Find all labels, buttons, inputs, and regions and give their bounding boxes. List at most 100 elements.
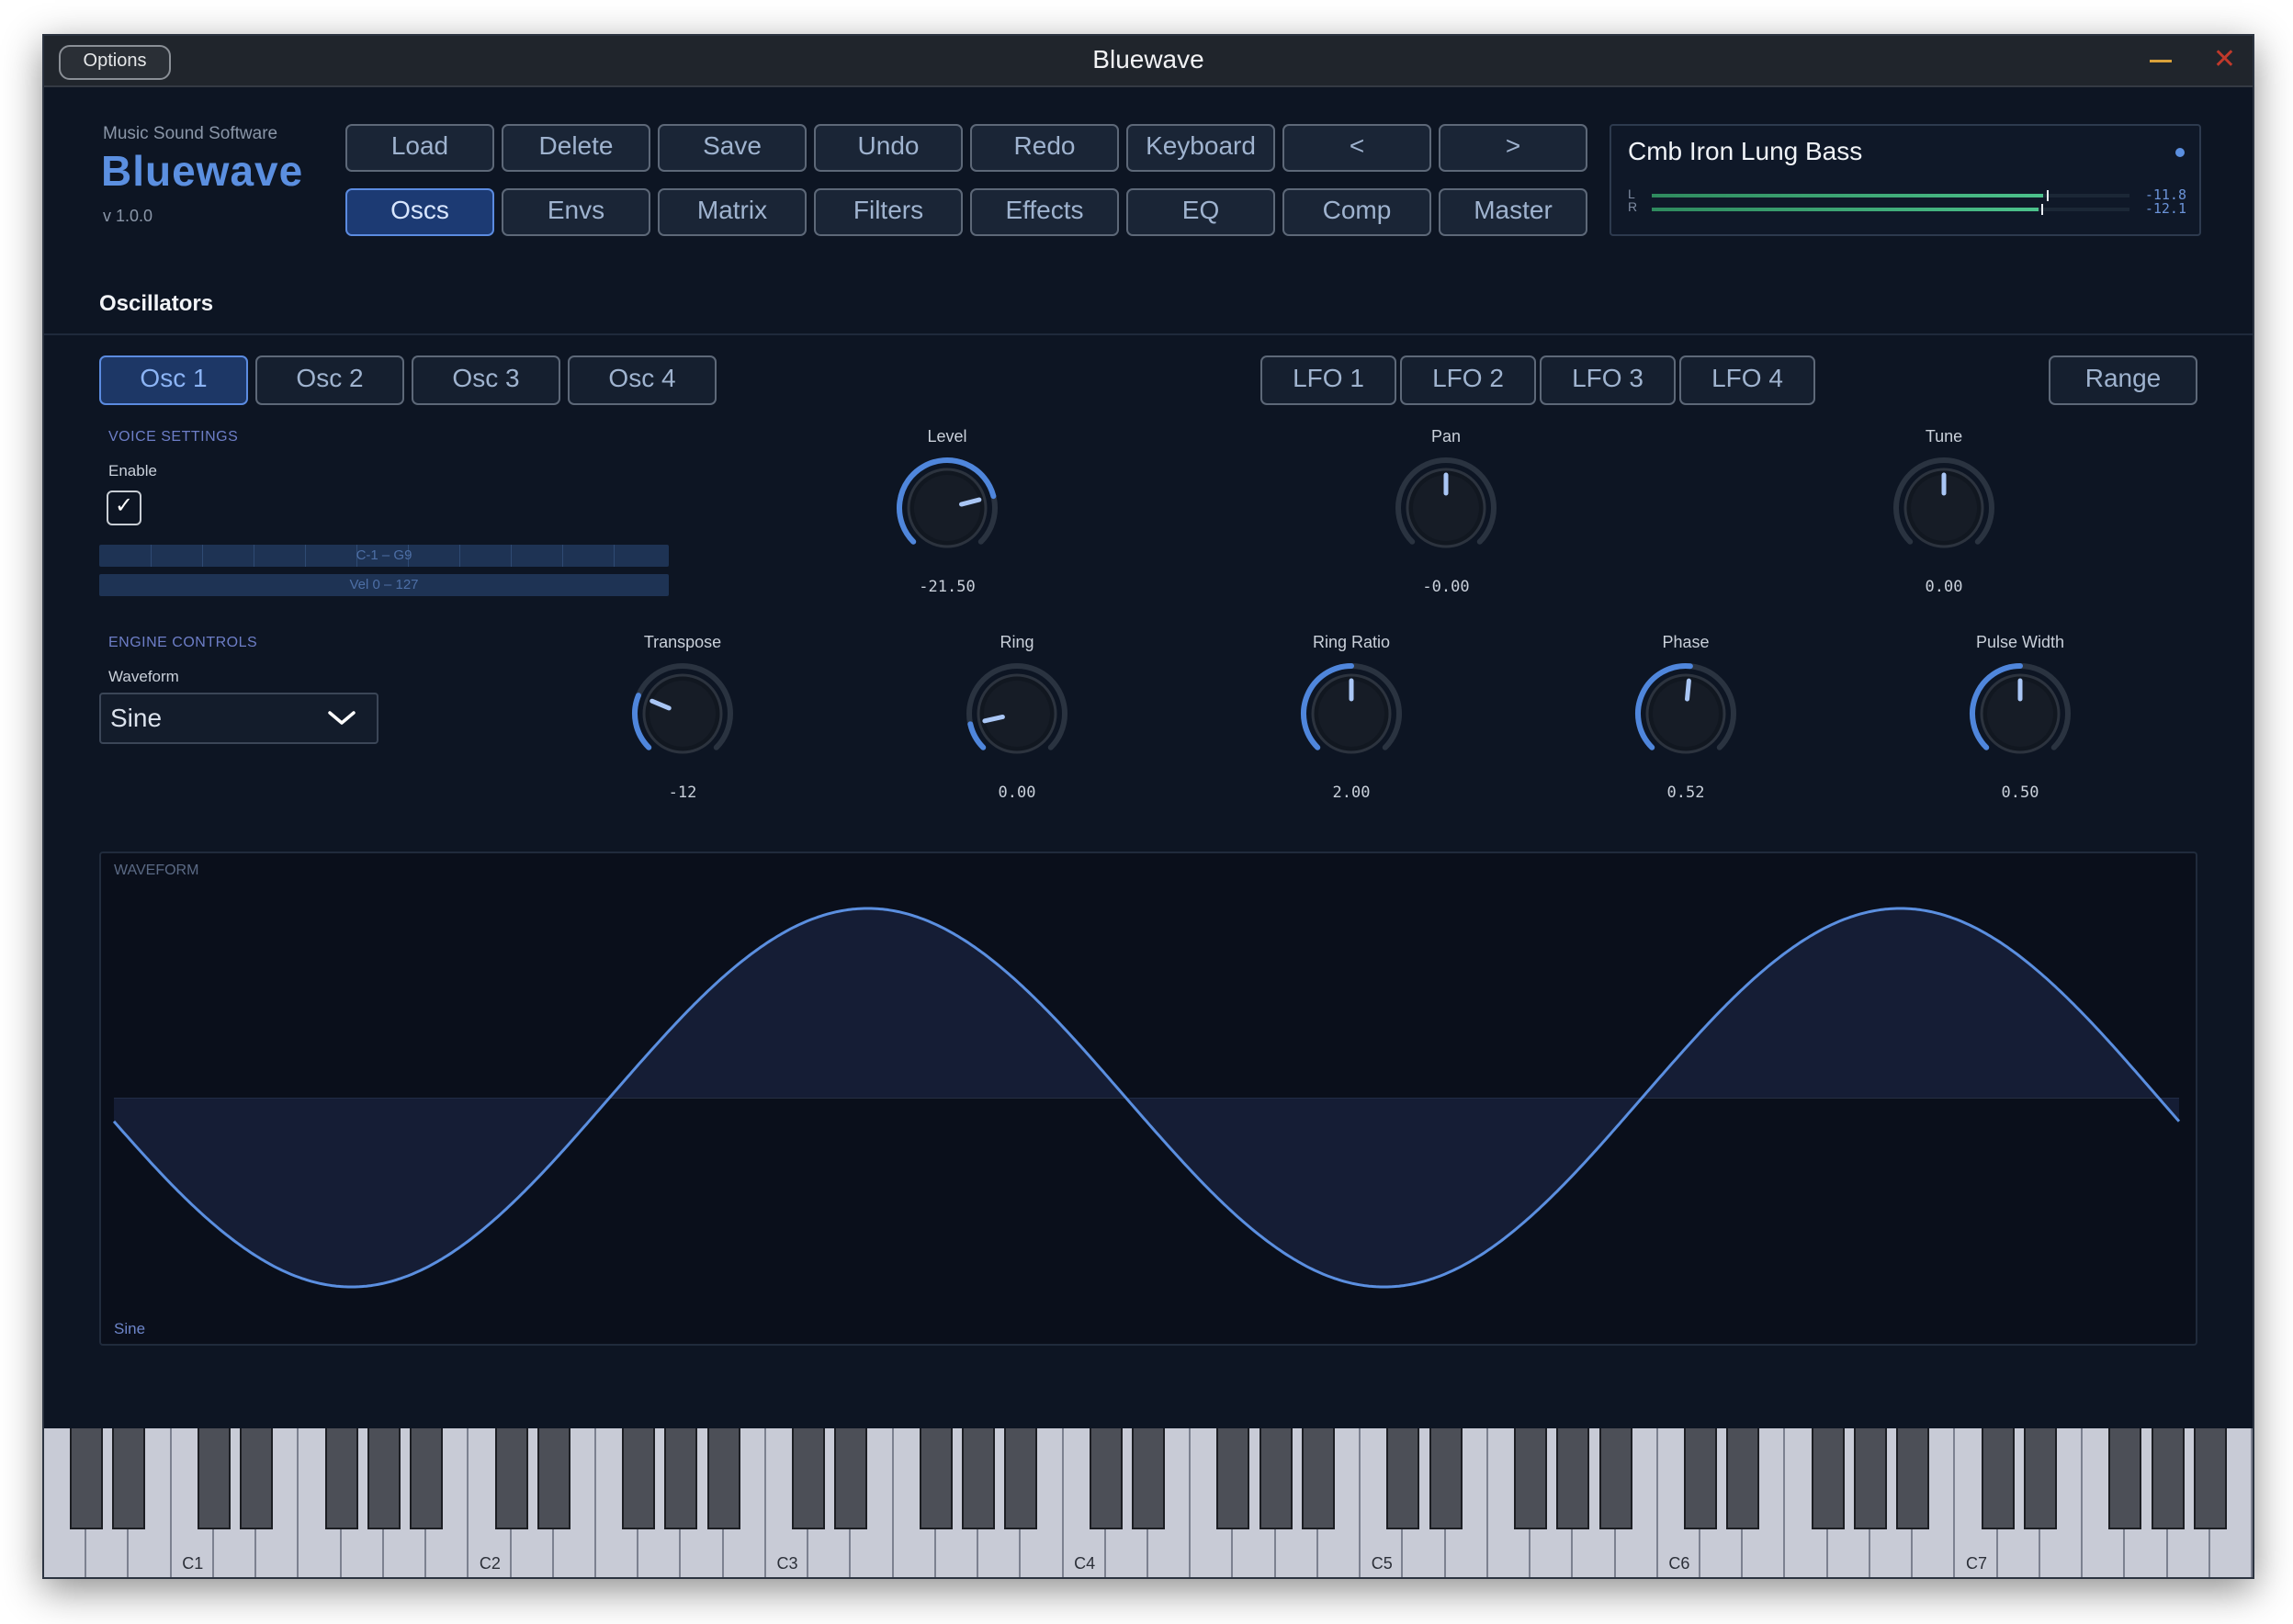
black-key[interactable] <box>240 1428 274 1529</box>
ring-knob[interactable] <box>962 659 1072 769</box>
enable-label: Enable <box>108 462 157 479</box>
toolbar-button-6[interactable]: < <box>1282 124 1431 172</box>
toolbar-button-1[interactable]: Delete <box>502 124 650 172</box>
phase-knob[interactable] <box>1631 659 1741 769</box>
waveform-display-footer: Sine <box>114 1320 146 1337</box>
toolbar-button-4[interactable]: Redo <box>970 124 1119 172</box>
meter-left-track <box>1652 190 2129 201</box>
waveform-select[interactable]: Sine <box>99 693 378 744</box>
piano-keyboard[interactable]: C1C2C3C4C5C6C7C8 <box>44 1428 2253 1577</box>
velocity-range-bar[interactable]: Vel 0 – 127 <box>99 574 669 596</box>
black-key[interactable] <box>1216 1428 1250 1529</box>
black-key[interactable] <box>2108 1428 2142 1529</box>
tab-lfo-4[interactable]: LFO 4 <box>1679 355 1815 405</box>
meter-right-track <box>1652 204 2129 215</box>
preset-display[interactable]: Cmb Iron Lung Bass L R -11.8 -12.1 <box>1610 124 2201 236</box>
black-key[interactable] <box>1981 1428 2015 1529</box>
black-key[interactable] <box>664 1428 698 1529</box>
tab-lfo-1[interactable]: LFO 1 <box>1260 355 1396 405</box>
black-key[interactable] <box>1598 1428 1632 1529</box>
brand-subtitle: Music Sound Software <box>103 124 278 143</box>
meter-right-fill <box>1652 208 2039 211</box>
minimize-button[interactable] <box>2150 49 2174 71</box>
black-key[interactable] <box>1429 1428 1463 1529</box>
page-tab-envs[interactable]: Envs <box>502 188 650 236</box>
black-key[interactable] <box>367 1428 401 1529</box>
range-button[interactable]: Range <box>2049 355 2197 405</box>
black-key[interactable] <box>792 1428 826 1529</box>
ring-ratio-knob[interactable] <box>1296 659 1406 769</box>
black-key[interactable] <box>324 1428 358 1529</box>
black-key[interactable] <box>494 1428 528 1529</box>
black-key[interactable] <box>112 1428 146 1529</box>
key-label-c6: C6 <box>1668 1554 1690 1573</box>
pan-knob[interactable] <box>1391 453 1501 563</box>
black-key[interactable] <box>1896 1428 1930 1529</box>
key-range-bar[interactable]: C-1 – G9 <box>99 545 669 567</box>
ring-ratio-value: 2.00 <box>1332 784 1371 802</box>
check-icon: ✓ <box>114 493 134 518</box>
transpose-value: -12 <box>668 784 697 802</box>
black-key[interactable] <box>2193 1428 2227 1529</box>
black-key[interactable] <box>1811 1428 1845 1529</box>
black-key[interactable] <box>1514 1428 1548 1529</box>
black-key[interactable] <box>1853 1428 1887 1529</box>
tune-knob[interactable] <box>1889 453 1999 563</box>
tab-osc-4[interactable]: Osc 4 <box>568 355 717 405</box>
key-label-c7: C7 <box>1965 1554 1987 1573</box>
page-tab-matrix[interactable]: Matrix <box>658 188 807 236</box>
page-tab-eq[interactable]: EQ <box>1126 188 1275 236</box>
level-knob[interactable] <box>892 453 1002 563</box>
black-key[interactable] <box>197 1428 231 1529</box>
toolbar-button-0[interactable]: Load <box>345 124 494 172</box>
page-tab-effects[interactable]: Effects <box>970 188 1119 236</box>
pulse-width-knob[interactable] <box>1965 659 2075 769</box>
toolbar-button-7[interactable]: > <box>1439 124 1587 172</box>
black-key[interactable] <box>1726 1428 1760 1529</box>
black-key[interactable] <box>1684 1428 1717 1529</box>
toolbar-button-3[interactable]: Undo <box>814 124 963 172</box>
black-key[interactable] <box>410 1428 444 1529</box>
black-key[interactable] <box>706 1428 740 1529</box>
tab-osc-1[interactable]: Osc 1 <box>99 355 248 405</box>
key-range-label: C-1 – G9 <box>356 547 412 563</box>
brand-logo: Bluewave <box>101 147 304 195</box>
tab-osc-2[interactable]: Osc 2 <box>255 355 404 405</box>
key-label-c2: C2 <box>479 1554 501 1573</box>
black-key[interactable] <box>2023 1428 2057 1529</box>
chevron-down-icon <box>328 711 356 725</box>
transpose-knob[interactable] <box>627 659 738 769</box>
black-key[interactable] <box>622 1428 656 1529</box>
black-key[interactable] <box>1556 1428 1590 1529</box>
black-key[interactable] <box>70 1428 104 1529</box>
black-key[interactable] <box>1004 1428 1038 1529</box>
black-key[interactable] <box>962 1428 996 1529</box>
black-key[interactable] <box>1132 1428 1165 1529</box>
black-key[interactable] <box>1259 1428 1293 1529</box>
black-key[interactable] <box>834 1428 868 1529</box>
phase-value: 0.52 <box>1666 784 1705 802</box>
page-tab-master[interactable]: Master <box>1439 188 1587 236</box>
tab-lfo-2[interactable]: LFO 2 <box>1400 355 1536 405</box>
plugin-window: Options Bluewave ✕ Music Sound Software … <box>42 34 2254 1579</box>
waveform-plot <box>112 907 2181 1289</box>
tab-lfo-3[interactable]: LFO 3 <box>1540 355 1676 405</box>
black-key[interactable] <box>2151 1428 2185 1529</box>
level-label: Level <box>927 427 967 445</box>
preset-status-dot <box>2175 148 2185 157</box>
black-key[interactable] <box>919 1428 953 1529</box>
page-tab-comp[interactable]: Comp <box>1282 188 1431 236</box>
pulse-width-value: 0.50 <box>2001 784 2039 802</box>
page-tab-oscs[interactable]: Oscs <box>345 188 494 236</box>
enable-checkbox[interactable]: ✓ <box>107 491 141 525</box>
black-key[interactable] <box>1386 1428 1420 1529</box>
close-button[interactable]: ✕ <box>2213 46 2236 73</box>
tab-osc-3[interactable]: Osc 3 <box>412 355 560 405</box>
black-key[interactable] <box>537 1428 570 1529</box>
black-key[interactable] <box>1301 1428 1335 1529</box>
toolbar-button-5[interactable]: Keyboard <box>1126 124 1275 172</box>
page-tab-filters[interactable]: Filters <box>814 188 963 236</box>
toolbar-button-2[interactable]: Save <box>658 124 807 172</box>
black-key[interactable] <box>1089 1428 1123 1529</box>
pan-label: Pan <box>1430 427 1462 445</box>
